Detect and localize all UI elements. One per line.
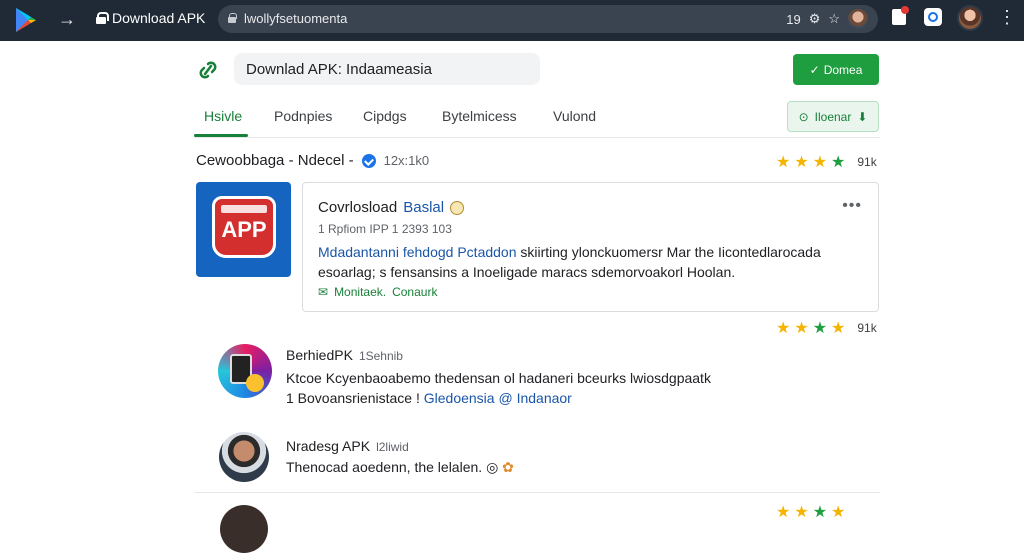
zoom-level: 19 (786, 11, 801, 27)
tab-businesses[interactable]: Bytelmicess (442, 108, 517, 124)
more-horiz-icon[interactable]: ••• (842, 197, 862, 215)
browser-tab[interactable]: Download APK (96, 10, 205, 26)
notification-icon[interactable] (892, 6, 909, 25)
active-tab-indicator (194, 134, 248, 137)
verified-icon (361, 153, 376, 168)
star-icon: ★ (812, 154, 828, 171)
emoji-icon: ◎ (486, 459, 499, 475)
star-icon: ★ (776, 504, 791, 521)
cookie-icon: ✿ (502, 459, 514, 475)
tab-home[interactable]: Hsivle (204, 108, 242, 124)
card-meta: 1 Rpfiom IPP 1 2393 103 (318, 222, 452, 236)
star-icon: ★ (776, 154, 791, 171)
app-badge-text: APP (221, 217, 267, 242)
filter-button-label: Iloenar (814, 109, 852, 124)
section-heading: Cewoobbaga - Ndecel - 12x:1k0 (196, 152, 429, 169)
list-item-title: Nradesg APK l2liwid (286, 438, 409, 454)
star-icon: ★ (776, 320, 791, 337)
list-rating-stars: ★ ★ ★ ★ (776, 502, 845, 522)
profile-avatar[interactable] (957, 5, 983, 31)
app-icon[interactable]: APP (196, 182, 291, 277)
list-item-title: BerhiedPK 1Sehnib (286, 347, 403, 363)
star-icon: ★ (831, 320, 846, 337)
badge-ribbon (221, 205, 267, 213)
app-card[interactable]: Covrlosload Baslal 1 Rpfiom IPP 1 2393 1… (302, 182, 879, 312)
card-rating: 91k (857, 321, 877, 335)
section-rating: 91k (857, 155, 877, 169)
play-store-icon[interactable] (14, 7, 38, 33)
list-item-prefix: 1 Bovoansrienistace ! (286, 390, 420, 406)
emoji-icon (246, 374, 264, 392)
more-vert-icon[interactable]: ⋮ (998, 8, 1016, 26)
install-button[interactable]: ✓ Domea (793, 54, 879, 85)
star-icon: ★ (812, 504, 828, 521)
list-item-links: 1 Bovoansrienistace ! Gledoensia @ Indan… (286, 390, 572, 406)
card-link-monitor[interactable]: Monitaek. (334, 285, 386, 299)
install-button-label: Domea (823, 62, 863, 77)
star-icon: ★ (831, 154, 846, 171)
camera-icon[interactable] (924, 8, 942, 26)
extensions-icon[interactable]: ⚙ (809, 11, 821, 27)
app-badge: APP (212, 196, 276, 258)
at-icon: @ (498, 390, 513, 406)
list-item-text: Thenocad aoedenn, the lelalen. (286, 459, 483, 475)
link-icon[interactable] (196, 59, 220, 81)
star-icon: ★ (794, 504, 809, 521)
card-footer-links: ✉ Monitaek. Conaurk (318, 285, 437, 299)
star-icon: ★ (831, 504, 846, 521)
card-rating-stars: ★ ★ ★ ★ 91k (776, 318, 877, 338)
tab-categories[interactable]: Cipdgs (363, 108, 407, 124)
list-item-name[interactable]: Nradesg APK (286, 438, 370, 454)
url-text: lwollyfsetuomenta (244, 11, 348, 26)
search-input[interactable]: Downlad APK: Indaameasia (234, 53, 540, 85)
filter-button[interactable]: ⊙ Iloenar ⬇ (787, 101, 879, 132)
list-item-description: Thenocad aoedenn, the lelalen. ◎ ✿ (286, 459, 514, 476)
section-rating-stars: ★ ★ ★ ★ 91k (776, 152, 877, 172)
section-title: Cewoobbaga - Ndecel - (196, 152, 354, 169)
list-item-description: Ktcoe Kcyenbaoabemo thedensan ol hadaner… (286, 370, 711, 386)
divider (194, 492, 880, 493)
list-avatar[interactable] (219, 432, 269, 482)
bookmark-star-icon[interactable]: ☆ (828, 11, 840, 27)
tab-title: Download APK (112, 10, 206, 26)
arrow-right-icon[interactable]: → (58, 8, 76, 30)
list-avatar[interactable] (220, 505, 268, 553)
account-avatar[interactable] (848, 9, 868, 29)
chat-icon: ✉ (318, 285, 329, 299)
list-item-link-1[interactable]: Gledoensia (424, 390, 495, 406)
star-icon: ★ (812, 320, 828, 337)
tab-world[interactable]: Vulond (553, 108, 596, 124)
list-item-sub: 1Sehnib (358, 349, 403, 363)
check-icon: ✓ (809, 62, 820, 77)
section-count: 12x:1k0 (383, 153, 430, 168)
site-lock-icon (228, 13, 237, 24)
list-avatar[interactable] (218, 344, 272, 398)
card-description: Mdadantanni fehdogd Pctaddon skiirting y… (318, 242, 873, 282)
list-item-name[interactable]: BerhiedPK (286, 347, 353, 363)
lock-icon (96, 12, 109, 24)
download-icon: ⬇ (857, 109, 868, 124)
tab-products[interactable]: Podnpies (274, 108, 332, 124)
list-item-sub: l2liwid (376, 440, 409, 454)
address-bar[interactable]: lwollyfsetuomenta 19 ⚙ ☆ (218, 5, 878, 33)
list-item-link-2[interactable]: Indanaor (517, 390, 572, 406)
card-link-contact[interactable]: Conaurk (392, 285, 437, 299)
star-icon: ★ (794, 154, 809, 171)
card-title: Covrlosload Baslal (318, 199, 465, 216)
circle-check-icon: ⊙ (798, 109, 809, 124)
browser-toolbar: → Download APK lwollyfsetuomenta 19 ⚙ ☆ … (0, 0, 1024, 41)
tab-bar: Hsivle Podnpies Cipdgs Bytelmicess Vulon… (194, 98, 880, 138)
card-title-prefix: Covrlosload (318, 199, 398, 216)
card-desc-link[interactable]: Mdadantanni fehdogd Pctaddon (318, 244, 517, 260)
card-title-highlight: Baslal (403, 199, 445, 216)
smile-icon (450, 200, 465, 215)
star-icon: ★ (794, 320, 809, 337)
